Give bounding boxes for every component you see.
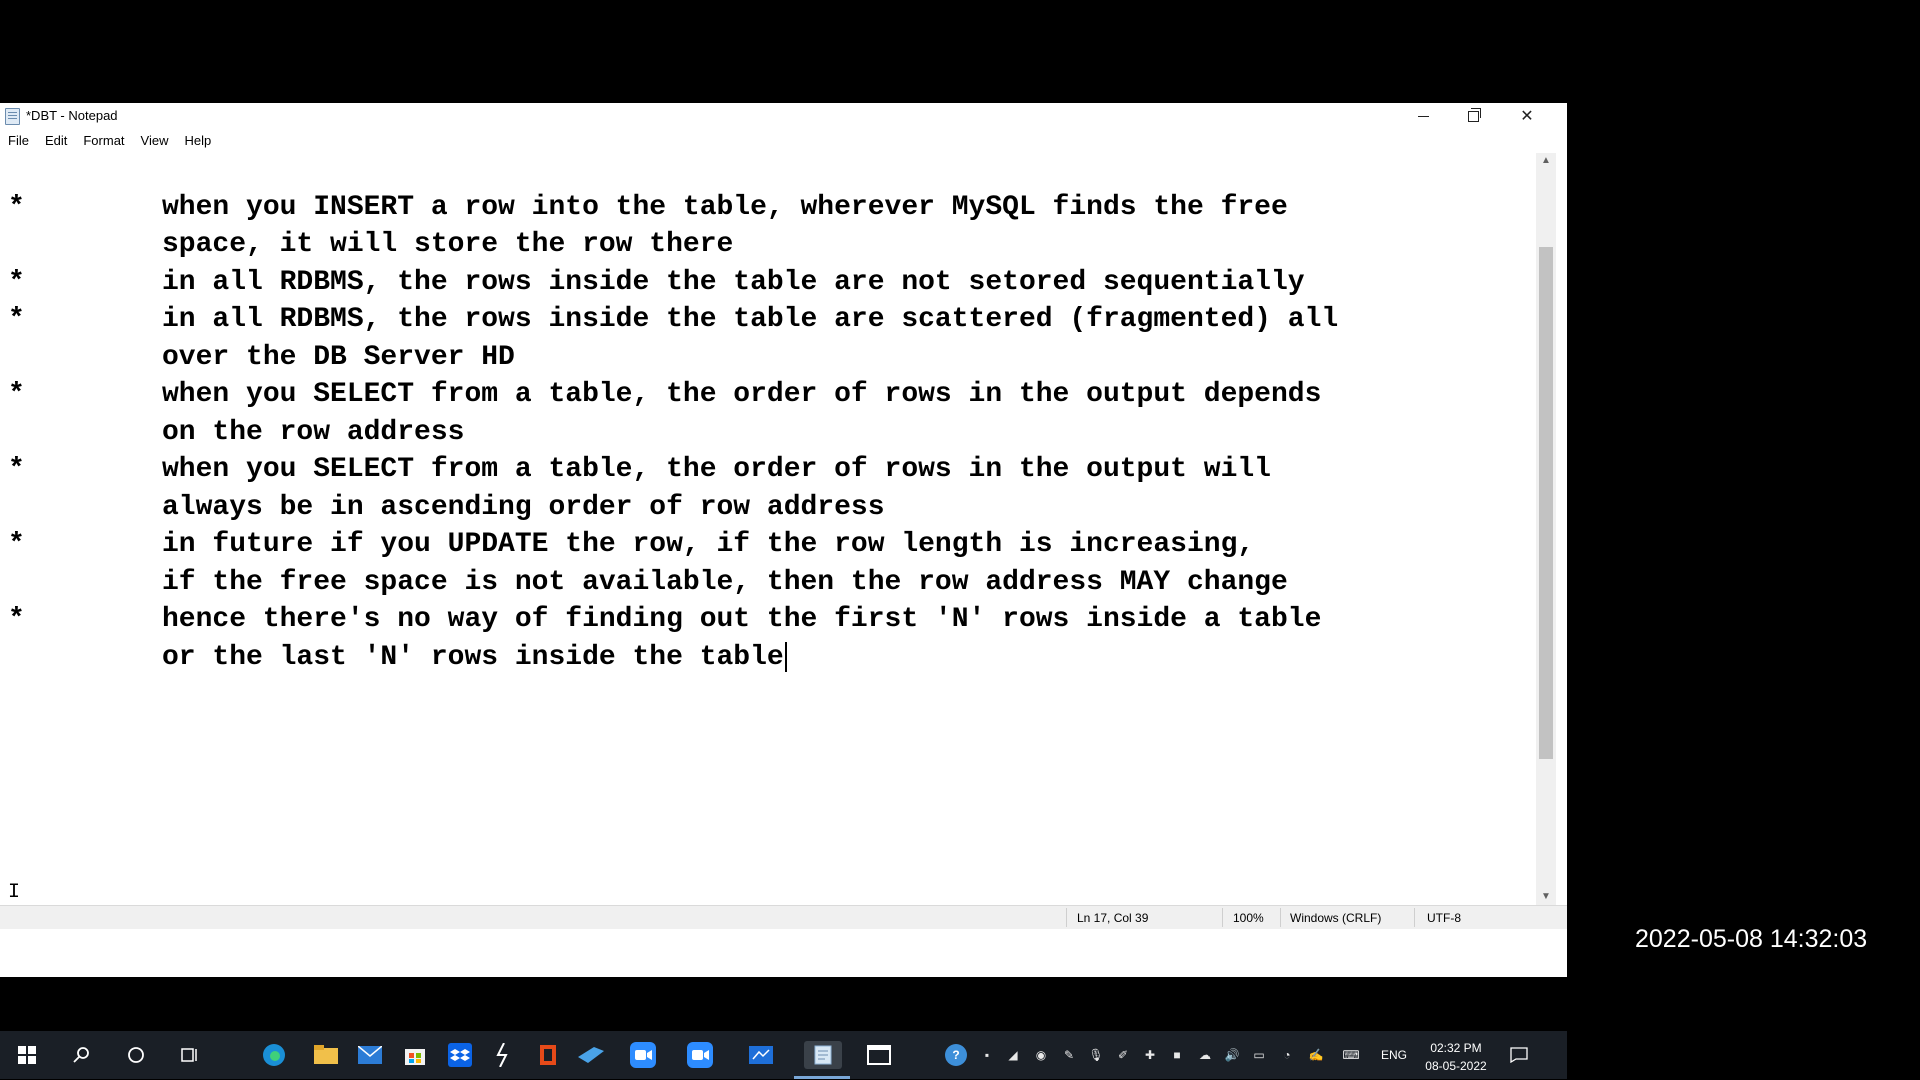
status-position: Ln 17, Col 39 [1077,911,1149,925]
notepad-icon[interactable] [804,1041,842,1069]
microphone-icon[interactable]: 🎙 [1087,1046,1105,1064]
clock-time: 02:32 PM [1430,1041,1482,1055]
active-app-indicator [794,1076,850,1079]
dropbox-icon[interactable] [446,1041,474,1069]
scroll-thumb[interactable] [1539,247,1553,759]
minimize-icon [1417,115,1429,117]
menu-file[interactable]: File [6,133,31,148]
file-explorer-icon[interactable] [312,1041,340,1069]
status-bar: Ln 17, Col 39 100% Windows (CRLF) UTF-8 [0,905,1567,929]
wifi-icon[interactable]: ◔ [1278,1046,1296,1064]
azure-data-icon[interactable] [577,1041,605,1069]
clock-date: 08-05-2022 [1425,1059,1487,1073]
menu-help[interactable]: Help [182,133,213,148]
taskbar-clock[interactable]: 02:32 PM 08-05-2022 [1412,1039,1500,1075]
window-title: *DBT - Notepad [26,108,118,123]
tray-app-icon[interactable]: ▪ [978,1046,996,1064]
tray-zoom-icon[interactable]: ■ [1168,1046,1186,1064]
status-line-endings: Windows (CRLF) [1290,911,1382,925]
restore-button[interactable] [1448,103,1498,129]
volume-icon[interactable]: 🔊 [1223,1046,1241,1064]
menu-edit[interactable]: Edit [43,133,69,148]
notepad-app-icon [5,108,20,125]
menu-format[interactable]: Format [81,133,126,148]
notepad-window: *DBT - Notepad ✕ File Edit Format View H… [0,103,1567,1079]
restore-icon [1467,107,1481,122]
title-bar[interactable]: *DBT - Notepad ✕ [0,103,1567,129]
menu-bar: File Edit Format View Help [0,129,1567,151]
tray-azure-icon[interactable]: ◢ [1004,1046,1022,1064]
office-icon[interactable] [534,1041,562,1069]
status-encoding: UTF-8 [1427,911,1461,925]
vertical-scrollbar[interactable]: ▲ ▼ [1536,153,1556,905]
task-view-icon[interactable] [176,1041,204,1069]
minimize-button[interactable] [1398,103,1448,129]
app-icon[interactable] [489,1041,517,1069]
search-icon[interactable] [68,1041,96,1069]
terminal-icon[interactable] [865,1041,893,1069]
status-zoom: 100% [1233,911,1264,925]
cortana-icon[interactable] [122,1041,150,1069]
close-icon: ✕ [1520,108,1534,125]
pen-workspace-icon[interactable]: ✍ [1307,1046,1325,1064]
tray-camera-icon[interactable]: ◉ [1032,1046,1050,1064]
scroll-down-icon[interactable]: ▼ [1536,889,1556,905]
whiteboard-icon[interactable] [747,1041,775,1069]
zoom-meeting-icon[interactable] [686,1041,714,1069]
taskbar: ? ▪ ◢ ◉ ✎ 🎙 ✐ ✚ ■ ☁ 🔊 ▭ ◔ ✍ ⌨ ENG 02:32 … [0,1031,1567,1079]
edge-icon[interactable] [260,1041,288,1069]
onedrive-icon[interactable]: ☁ [1196,1046,1214,1064]
battery-icon[interactable]: ▭ [1250,1046,1268,1064]
tray-edit-icon[interactable]: ✎ [1060,1046,1078,1064]
mail-icon[interactable] [356,1041,384,1069]
tray-pen-icon[interactable]: ✐ [1114,1046,1132,1064]
windows-start-icon[interactable] [13,1041,41,1069]
text-editor[interactable]: * when you INSERT a row into the table, w… [0,153,1536,905]
scroll-up-icon[interactable]: ▲ [1536,153,1556,169]
recording-timestamp: 2022-05-08 14:32:03 [1635,925,1868,953]
menu-view[interactable]: View [139,133,171,148]
language-indicator[interactable]: ENG [1381,1048,1407,1062]
store-icon[interactable] [401,1041,429,1069]
zoom-icon[interactable] [629,1041,657,1069]
ibeam-cursor-icon: I [8,881,21,904]
defender-icon[interactable]: ✚ [1141,1046,1159,1064]
notification-icon[interactable] [1509,1045,1529,1065]
text-caret [784,641,787,672]
close-button[interactable]: ✕ [1502,103,1552,129]
help-icon[interactable]: ? [945,1044,967,1066]
keyboard-icon[interactable]: ⌨ [1342,1046,1360,1064]
